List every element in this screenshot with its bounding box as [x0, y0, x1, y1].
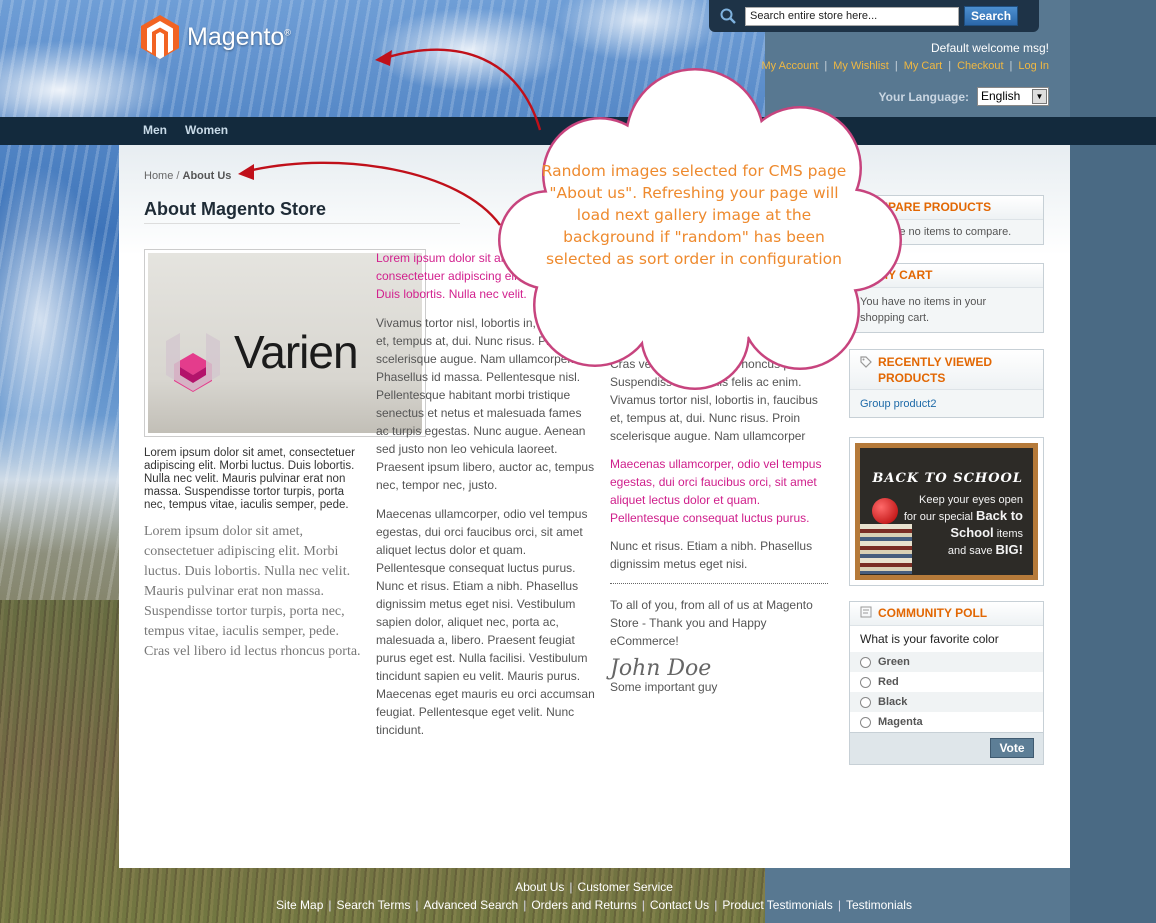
divider: [610, 583, 828, 584]
cart-icon: [861, 269, 872, 279]
radio-button[interactable]: [860, 676, 871, 688]
body-paragraph: Maecenas ullamcorper, odio vel tempus eg…: [376, 507, 595, 737]
search-icon: [720, 8, 736, 24]
recently-viewed-list: Group product2: [850, 390, 1043, 417]
poll-option-green[interactable]: Green: [850, 652, 1043, 672]
compare-products-block: COMPARE PRODUCTS You have no items to co…: [849, 195, 1044, 245]
language-select[interactable]: English ▼: [977, 87, 1049, 106]
poll-option-magenta[interactable]: Magenta: [850, 712, 1043, 732]
radio-button[interactable]: [860, 696, 871, 708]
chalkboard-image: BACK TO SCHOOL Keep your eyes open for o…: [855, 443, 1038, 580]
footer-links-secondary: Site Map | Search Terms | Advanced Search | Or…: [276, 898, 912, 912]
poll-question: What is your favorite color: [860, 632, 999, 646]
varien-logo-icon: [166, 333, 220, 392]
my-wishlist-link[interactable]: My Wishlist: [833, 60, 889, 72]
footer-testimonials-link[interactable]: Testimonials: [846, 898, 912, 912]
recently-viewed-block: RECENTLY VIEWED PRODUCTS Group product2: [849, 349, 1044, 418]
poll-footer: Vote: [850, 732, 1043, 764]
content-column-2: Lorem ipsum dolor sit amet, consectetuer…: [376, 249, 596, 750]
footer-advanced-search-link[interactable]: Advanced Search: [423, 898, 518, 912]
my-cart-empty: You have no items in your shopping cart.: [850, 288, 1043, 332]
language-label: Your Language:: [878, 89, 969, 104]
back-to-school-banner[interactable]: BACK TO SCHOOL Keep your eyes open for o…: [849, 437, 1044, 586]
magento-logo-icon: [141, 15, 179, 59]
poll-option-black[interactable]: Black: [850, 692, 1043, 712]
poll-icon: [860, 606, 872, 618]
welcome-message: Default welcome msg!: [930, 41, 1049, 55]
breadcrumb-current: About Us: [182, 170, 232, 182]
signature-role: Some important guy: [610, 680, 718, 694]
recent-product-link[interactable]: Group product2: [860, 398, 936, 410]
my-account-link[interactable]: My Account: [762, 60, 819, 72]
main-navigation: Men Women: [0, 117, 1156, 145]
compare-products-title: COMPARE PRODUCTS: [850, 196, 1043, 220]
community-poll-block: COMMUNITY POLL What is your favorite col…: [849, 601, 1044, 765]
breadcrumb-home-link[interactable]: Home: [144, 170, 173, 182]
poll-options: Green Red Black Magenta: [850, 652, 1043, 732]
promo-title: BACK TO SCHOOL: [872, 471, 1023, 486]
poll-option-red[interactable]: Red: [850, 672, 1043, 692]
nav-item-women[interactable]: Women: [185, 123, 228, 137]
callout-text: Random images selected for CMS page "Abo…: [541, 162, 847, 268]
footer-search-terms-link[interactable]: Search Terms: [337, 898, 411, 912]
my-cart-link[interactable]: My Cart: [904, 60, 943, 72]
checkout-link[interactable]: Checkout: [957, 60, 1003, 72]
logo-text: Magento®: [187, 22, 291, 51]
content-column-1: Varien Lorem ipsum dolor sit amet, conse…: [144, 249, 426, 662]
language-switcher: Your Language: English ▼: [879, 87, 1049, 106]
serif-paragraph: Lorem ipsum dolor sit amet, consectetuer…: [144, 524, 361, 659]
body-paragraph: Cras vel libero id lectus rhoncus porta.…: [610, 357, 818, 443]
store-logo[interactable]: Magento®: [141, 15, 291, 59]
thank-you-paragraph: To all of you, from all of us at Magento…: [610, 598, 813, 648]
body-paragraph: Vivamus tortor nisl, lobortis in, faucib…: [376, 316, 595, 492]
footer-links-primary: About Us | Customer Service: [515, 880, 673, 894]
search-input[interactable]: [745, 6, 959, 26]
top-links: My Account | My Wishlist | My Cart | Checko…: [761, 60, 1049, 72]
breadcrumb: Home / About Us: [144, 170, 232, 182]
community-poll-title: COMMUNITY POLL: [850, 602, 1043, 626]
search-button[interactable]: Search: [964, 6, 1019, 26]
chevron-down-icon: ▼: [1032, 89, 1047, 104]
signature: John Doe: [610, 656, 712, 681]
my-cart-block: MY CART You have no items in your shoppi…: [849, 263, 1044, 333]
photo-wall-text: Varien: [234, 326, 359, 378]
nav-item-men[interactable]: Men: [143, 123, 167, 137]
footer-site-map-link[interactable]: Site Map: [276, 898, 323, 912]
footer-contact-us-link[interactable]: Contact Us: [650, 898, 709, 912]
log-in-link[interactable]: Log In: [1018, 60, 1049, 72]
content-column-3: Cras vel libero id lectus rhoncus porta.…: [610, 355, 828, 696]
page-title: About Magento Store: [144, 199, 460, 224]
recently-viewed-title: RECENTLY VIEWED PRODUCTS: [850, 350, 1043, 390]
footer-product-testimonials-link[interactable]: Product Testimonials: [722, 898, 833, 912]
radio-button[interactable]: [860, 716, 871, 728]
footer-customer-service-link[interactable]: Customer Service: [578, 880, 673, 894]
tag-icon: [860, 356, 872, 368]
my-cart-title: MY CART: [850, 264, 1043, 288]
intro-paragraph: Lorem ipsum dolor sit amet, consectetuer…: [144, 447, 355, 511]
promo-text: Keep your eyes open for our special Back…: [903, 494, 1023, 557]
highlight-paragraph: Maecenas ullamcorper, odio vel tempus eg…: [610, 457, 822, 525]
footer-orders-returns-link[interactable]: Orders and Returns: [531, 898, 636, 912]
compare-products-empty: You have no items to compare.: [850, 220, 1043, 244]
footer-about-us-link[interactable]: About Us: [515, 880, 564, 894]
body-paragraph: Nunc et risus. Etiam a nibh. Phasellus d…: [610, 539, 813, 571]
radio-button[interactable]: [860, 656, 871, 668]
search-bar: Search: [709, 0, 1039, 32]
vote-button[interactable]: Vote: [990, 738, 1034, 758]
